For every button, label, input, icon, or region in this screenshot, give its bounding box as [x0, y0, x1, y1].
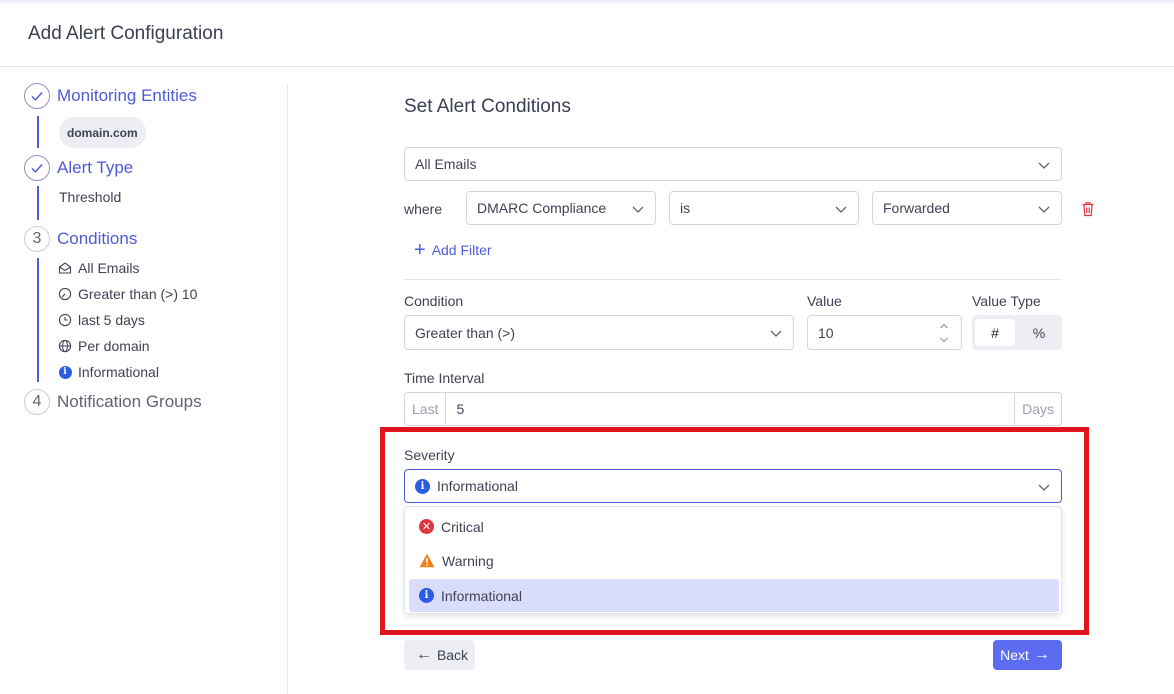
check-icon — [24, 83, 50, 109]
chevron-down-icon — [835, 206, 847, 213]
add-filter-label: Add Filter — [431, 242, 492, 258]
summary-all-emails: All Emails — [58, 260, 139, 276]
time-interval-label: Time Interval — [404, 370, 485, 386]
step-label: Notification Groups — [57, 392, 202, 411]
envelope-icon — [58, 261, 72, 275]
select-value: Greater than (>) — [415, 324, 515, 341]
value-input[interactable]: 10 — [807, 315, 962, 350]
trash-icon[interactable] — [1081, 201, 1095, 217]
step-label: Conditions — [57, 229, 138, 248]
arrow-left-icon: ← — [415, 646, 432, 663]
step-connector — [37, 116, 39, 148]
summary-text: All Emails — [78, 260, 140, 276]
page-title: Add Alert Configuration — [28, 23, 224, 44]
summary-text: Greater than (>) 10 — [78, 286, 198, 302]
clock-icon — [58, 313, 72, 327]
value-type-toggle: # % — [972, 315, 1062, 350]
step-connector — [37, 258, 39, 382]
step-number: 4 — [24, 389, 50, 415]
sidebar-divider — [287, 84, 288, 694]
gauge-icon — [58, 287, 72, 301]
chevron-down-icon — [1038, 206, 1050, 213]
plus-icon: + — [414, 239, 426, 261]
back-label: Back — [436, 647, 469, 663]
step-monitoring-entities[interactable]: Monitoring Entities — [24, 83, 197, 109]
next-button[interactable]: Next → — [993, 640, 1062, 670]
value-type-percent-button[interactable]: % — [1019, 319, 1059, 346]
chevron-down-icon — [1038, 162, 1050, 169]
summary-grouping: Per domain — [58, 338, 150, 354]
spinner-arrows-icon[interactable] — [939, 320, 949, 346]
condition-label: Condition — [404, 293, 464, 309]
filter-value-select[interactable]: Forwarded — [872, 191, 1062, 225]
highlight-box — [380, 427, 1089, 635]
summary-text: Per domain — [78, 338, 150, 354]
step-notification-groups[interactable]: 4 Notification Groups — [24, 389, 202, 415]
step-connector — [37, 186, 39, 220]
summary-threshold: Greater than (>) 10 — [58, 286, 197, 302]
step-number: 3 — [24, 226, 50, 252]
condition-select[interactable]: Greater than (>) — [404, 315, 794, 350]
chevron-down-icon — [632, 206, 644, 213]
select-value: All Emails — [415, 156, 477, 172]
select-value: is — [680, 200, 691, 216]
section-title: Set Alert Conditions — [404, 96, 571, 117]
interval-prefix: Last — [405, 393, 447, 425]
next-label: Next — [1000, 647, 1029, 663]
top-strip — [0, 0, 1174, 3]
summary-severity: i Informational — [58, 364, 159, 380]
where-label: where — [404, 201, 443, 217]
add-filter-button[interactable]: + Add Filter — [414, 239, 492, 261]
value-label: Value — [807, 293, 842, 309]
step-label: Alert Type — [57, 158, 134, 177]
chevron-down-icon — [770, 330, 782, 337]
select-value: Forwarded — [883, 200, 950, 216]
globe-icon — [58, 339, 72, 353]
input-value: 10 — [818, 324, 834, 341]
step-label: Monitoring Entities — [57, 86, 197, 105]
back-button[interactable]: ← Back — [404, 640, 475, 670]
time-interval-input[interactable]: Last 5 Days — [404, 392, 1062, 426]
value-type-count-button[interactable]: # — [975, 319, 1015, 346]
alert-type-value: Threshold — [59, 189, 122, 205]
domain-chip: domain.com — [59, 117, 146, 148]
email-scope-select[interactable]: All Emails — [404, 147, 1062, 181]
summary-interval: last 5 days — [58, 312, 145, 328]
summary-text: last 5 days — [78, 312, 145, 328]
check-icon — [24, 155, 50, 181]
info-icon: i — [58, 365, 72, 379]
value-type-label: Value Type — [972, 293, 1041, 309]
arrow-right-icon: → — [1033, 646, 1050, 663]
interval-suffix: Days — [1014, 393, 1061, 425]
summary-text: Informational — [78, 364, 159, 380]
filter-operator-select[interactable]: is — [669, 191, 859, 225]
form-divider — [404, 279, 1062, 280]
select-value: DMARC Compliance — [477, 200, 607, 216]
step-conditions[interactable]: 3 Conditions — [24, 226, 137, 252]
step-alert-type[interactable]: Alert Type — [24, 155, 133, 181]
filter-field-select[interactable]: DMARC Compliance — [466, 191, 656, 225]
interval-value[interactable]: 5 — [446, 393, 1014, 425]
